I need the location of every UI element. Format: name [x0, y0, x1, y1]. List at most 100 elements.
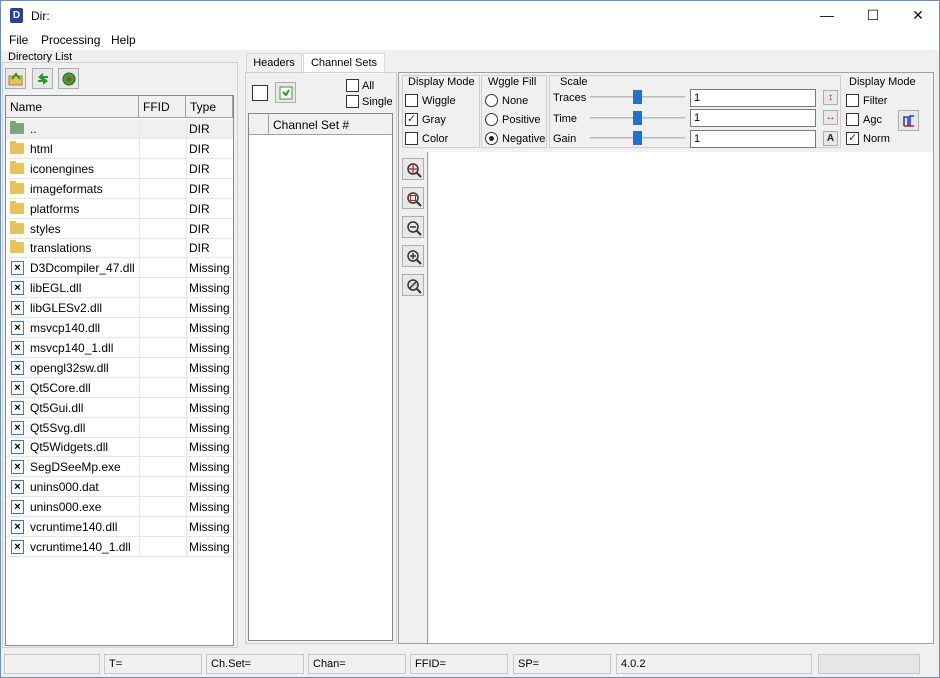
table-row[interactable]: imageformats DIR	[6, 178, 233, 199]
row-name: translations	[30, 241, 92, 256]
filter-checkbox[interactable]	[846, 94, 859, 107]
gain-auto-button[interactable]: A	[823, 131, 838, 146]
row-name: unins000.dat	[30, 480, 99, 495]
column-divider	[186, 337, 187, 358]
table-row[interactable]: × vcruntime140_1.dll Missing	[6, 536, 233, 557]
open-folder-button[interactable]	[5, 68, 26, 89]
channel-set-header[interactable]: Channel Set #	[249, 114, 392, 135]
all-checkbox[interactable]	[346, 79, 359, 92]
filter-settings-button[interactable]	[898, 110, 919, 131]
table-row[interactable]: translations DIR	[6, 238, 233, 259]
menu-help[interactable]: Help	[111, 33, 136, 47]
table-row[interactable]: × libEGL.dll Missing	[6, 278, 233, 299]
table-row[interactable]: × D3Dcompiler_47.dll Missing	[6, 258, 233, 279]
select-all-checkbox[interactable]	[252, 85, 268, 101]
traces-input[interactable]: 1	[690, 89, 816, 107]
tab-headers[interactable]: Headers	[246, 53, 302, 73]
time-input[interactable]: 1	[690, 109, 816, 127]
zoom-in-button[interactable]	[402, 245, 424, 267]
maximize-button[interactable]: ☐	[850, 1, 896, 30]
column-header-name[interactable]: Name	[6, 96, 139, 118]
table-row[interactable]: × opengl32sw.dll Missing	[6, 357, 233, 378]
table-row[interactable]: × msvcp140_1.dll Missing	[6, 337, 233, 358]
minimize-button[interactable]: —	[804, 1, 850, 30]
row-type: DIR	[189, 122, 210, 136]
column-divider	[139, 397, 140, 418]
column-header-ffid[interactable]: FFID	[139, 96, 186, 118]
column-divider	[139, 457, 140, 478]
menu-processing[interactable]: Processing	[41, 33, 100, 47]
folder-icon	[10, 200, 24, 214]
channel-set-list[interactable]: Channel Set #	[248, 113, 393, 641]
row-name: iconengines	[30, 161, 95, 176]
time-slider-thumb[interactable]	[633, 111, 642, 125]
apply-selection-button[interactable]	[275, 82, 296, 103]
column-header-type[interactable]: Type	[186, 96, 233, 118]
scan-button[interactable]	[58, 68, 79, 89]
table-row[interactable]: × Qt5Core.dll Missing	[6, 377, 233, 398]
missing-file-icon: ×	[11, 520, 24, 534]
table-row[interactable]: × SegDSeeMp.exe Missing	[6, 457, 233, 478]
status-t: T=	[104, 654, 202, 674]
traces-slider-thumb[interactable]	[633, 90, 642, 104]
table-row[interactable]: × Qt5Svg.dll Missing	[6, 417, 233, 438]
row-type: Missing	[189, 420, 230, 435]
column-divider	[186, 417, 187, 438]
color-checkbox[interactable]	[405, 132, 418, 145]
gain-slider-thumb[interactable]	[633, 131, 642, 145]
column-divider	[139, 278, 140, 299]
zoom-reset-button[interactable]	[402, 274, 424, 296]
row-name: vcruntime140_1.dll	[30, 539, 131, 554]
time-fit-button[interactable]: ↔	[823, 110, 838, 125]
column-divider	[139, 357, 140, 378]
table-row[interactable]: × unins000.exe Missing	[6, 497, 233, 518]
table-row[interactable]: × Qt5Gui.dll Missing	[6, 397, 233, 418]
column-divider	[186, 178, 187, 199]
menu-file[interactable]: File	[9, 33, 28, 47]
table-row[interactable]: × libGLESv2.dll Missing	[6, 298, 233, 319]
missing-file-icon: ×	[11, 321, 24, 335]
table-row[interactable]: platforms DIR	[6, 198, 233, 219]
row-name: Qt5Widgets.dll	[30, 440, 109, 455]
table-row[interactable]: html DIR	[6, 138, 233, 159]
traces-label: Traces	[553, 92, 587, 104]
table-row[interactable]: × vcruntime140.dll Missing	[6, 517, 233, 537]
single-checkbox[interactable]	[346, 95, 359, 108]
traces-fit-button[interactable]: ↕	[823, 90, 838, 105]
table-row[interactable]: × unins000.dat Missing	[6, 477, 233, 498]
missing-file-icon: ×	[11, 261, 24, 276]
missing-file-icon: ×	[11, 360, 24, 375]
all-label: All	[362, 80, 375, 92]
tab-channel-sets[interactable]: Channel Sets	[303, 53, 385, 74]
zoom-crosshair-button[interactable]	[402, 158, 424, 180]
refresh-button[interactable]	[32, 68, 53, 89]
row-name: Qt5Svg.dll	[30, 420, 86, 435]
fill-negative-radio[interactable]	[485, 132, 498, 145]
table-row[interactable]: × msvcp140.dll Missing	[6, 318, 233, 338]
folder-up-icon	[10, 121, 24, 134]
directory-list[interactable]: Name FFID Type .. DIR html DIR iconengines DI…	[5, 95, 234, 646]
table-row[interactable]: styles DIR	[6, 218, 233, 239]
wiggle-checkbox[interactable]	[405, 94, 418, 107]
zoom-out-button[interactable]	[402, 216, 424, 238]
column-divider	[186, 258, 187, 279]
zoom-fit-button[interactable]	[402, 187, 424, 209]
status-chset: Ch.Set=	[206, 654, 304, 674]
gray-checkbox[interactable]	[405, 112, 418, 126]
column-divider	[139, 377, 140, 398]
row-type: DIR	[189, 161, 210, 176]
status-version: 4.0.2	[616, 654, 812, 674]
folder-icon	[10, 160, 24, 174]
fill-none-radio[interactable]	[485, 94, 498, 107]
auto-a-icon: A	[826, 133, 835, 144]
column-divider	[186, 457, 187, 478]
agc-checkbox[interactable]	[846, 113, 859, 126]
table-row[interactable]: iconengines DIR	[6, 158, 233, 179]
seismic-display-canvas[interactable]	[429, 152, 933, 643]
close-button[interactable]: ✕	[895, 1, 940, 30]
table-row[interactable]: .. DIR	[6, 119, 233, 139]
norm-checkbox[interactable]	[846, 131, 859, 145]
gain-input[interactable]: 1	[690, 130, 816, 148]
table-row[interactable]: × Qt5Widgets.dll Missing	[6, 437, 233, 458]
fill-positive-radio[interactable]	[485, 113, 498, 126]
